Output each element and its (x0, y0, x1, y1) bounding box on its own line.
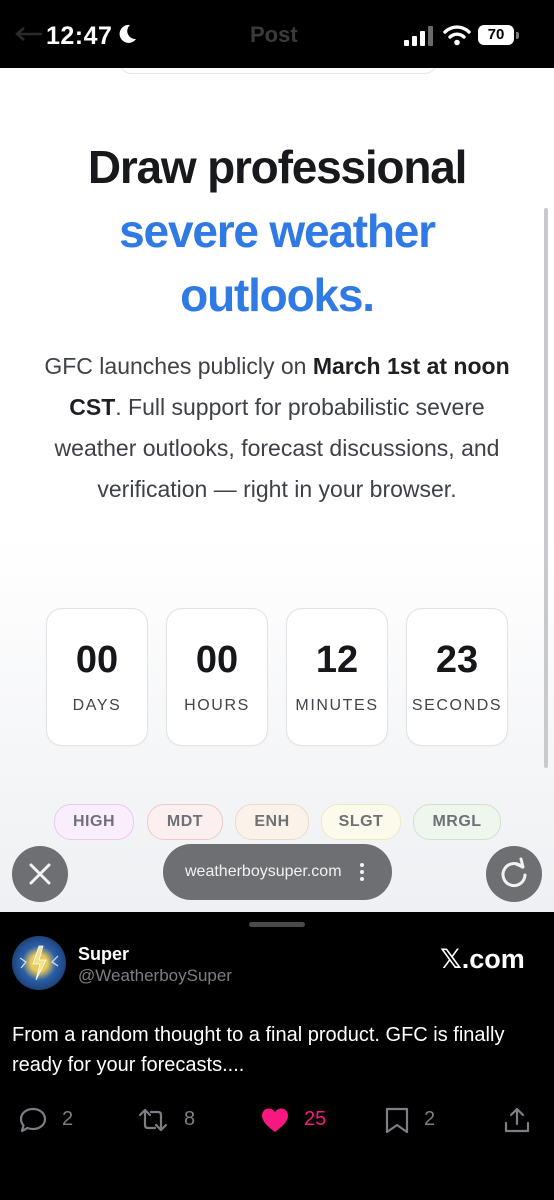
url-text: weatherboysuper.com (185, 863, 342, 880)
sheet-grabber[interactable] (249, 922, 305, 927)
countdown-minutes-value: 12 (315, 639, 359, 681)
countdown-days-label: DAYS (72, 697, 122, 714)
focus-moon-icon (119, 24, 136, 43)
desc-text-1: GFC launches publicly on (44, 353, 313, 379)
headline-line-2: severe weather (119, 205, 436, 257)
faded-page-title: Post (250, 22, 298, 47)
headline-line-3: outlooks. (180, 269, 375, 321)
battery-indicator: 70 (478, 25, 514, 45)
countdown-days: 00 DAYS (46, 608, 148, 746)
bookmark-count: 2 (424, 1108, 436, 1130)
like-count: 25 (304, 1108, 327, 1130)
post-text: From a random thought to a final product… (12, 1024, 505, 1076)
countdown-minutes-label: MINUTES (295, 697, 379, 714)
status-bar: 12:47 Post 70 (0, 0, 554, 68)
reply-icon[interactable] (18, 1106, 48, 1134)
countdown-minutes: 12 MINUTES (286, 608, 388, 746)
wifi-icon (443, 25, 471, 46)
countdown-hours-value: 00 (195, 639, 239, 681)
reply-count: 2 (62, 1108, 74, 1130)
cellular-signal-icon (404, 26, 433, 46)
repost-count: 8 (184, 1108, 196, 1130)
countdown-days-value: 00 (75, 639, 119, 681)
close-button[interactable] (12, 846, 68, 902)
display-name[interactable]: Super (78, 944, 129, 965)
countdown-seconds: 23 SECONDS (406, 608, 508, 746)
battery-nub (516, 32, 519, 39)
like-heart-icon[interactable] (260, 1106, 290, 1134)
x-source-label[interactable]: 𝕏.com (440, 944, 525, 975)
risk-pill-enh[interactable]: ENH (235, 804, 309, 840)
headline-line-1: Draw professional (87, 141, 468, 193)
countdown-seconds-label: SECONDS (411, 697, 503, 714)
risk-pill-slgt[interactable]: SLGT (321, 804, 401, 840)
address-bar[interactable]: weatherboysuper.com (163, 844, 392, 900)
user-handle[interactable]: @WeatherboySuper (78, 966, 232, 986)
reload-button[interactable] (486, 846, 542, 902)
risk-pill-mdt[interactable]: MDT (147, 804, 223, 840)
countdown-seconds-value: 23 (435, 639, 479, 681)
risk-pill-high[interactable]: HIGH (54, 804, 134, 840)
web-page: Draw professional severe weather outlook… (0, 68, 554, 912)
share-icon[interactable] (502, 1106, 532, 1134)
countdown-hours: 00 HOURS (166, 608, 268, 746)
back-arrow-icon (15, 27, 42, 41)
bookmark-icon[interactable] (382, 1106, 412, 1134)
countdown-hours-label: HOURS (184, 697, 250, 714)
clock: 12:47 (46, 22, 113, 50)
desc-text-2: . Full support for probabilistic severe … (54, 394, 500, 502)
reload-icon (501, 857, 527, 888)
lightning-logo-icon (19, 945, 59, 981)
launch-description: GFC launches publicly on March 1st at no… (40, 346, 514, 510)
close-icon (29, 863, 51, 885)
avatar[interactable] (12, 936, 66, 990)
more-options-icon[interactable] (359, 862, 365, 882)
site-header-fragment (118, 68, 438, 74)
repost-icon[interactable] (138, 1106, 168, 1134)
risk-pill-mrgl[interactable]: MRGL (413, 804, 501, 840)
